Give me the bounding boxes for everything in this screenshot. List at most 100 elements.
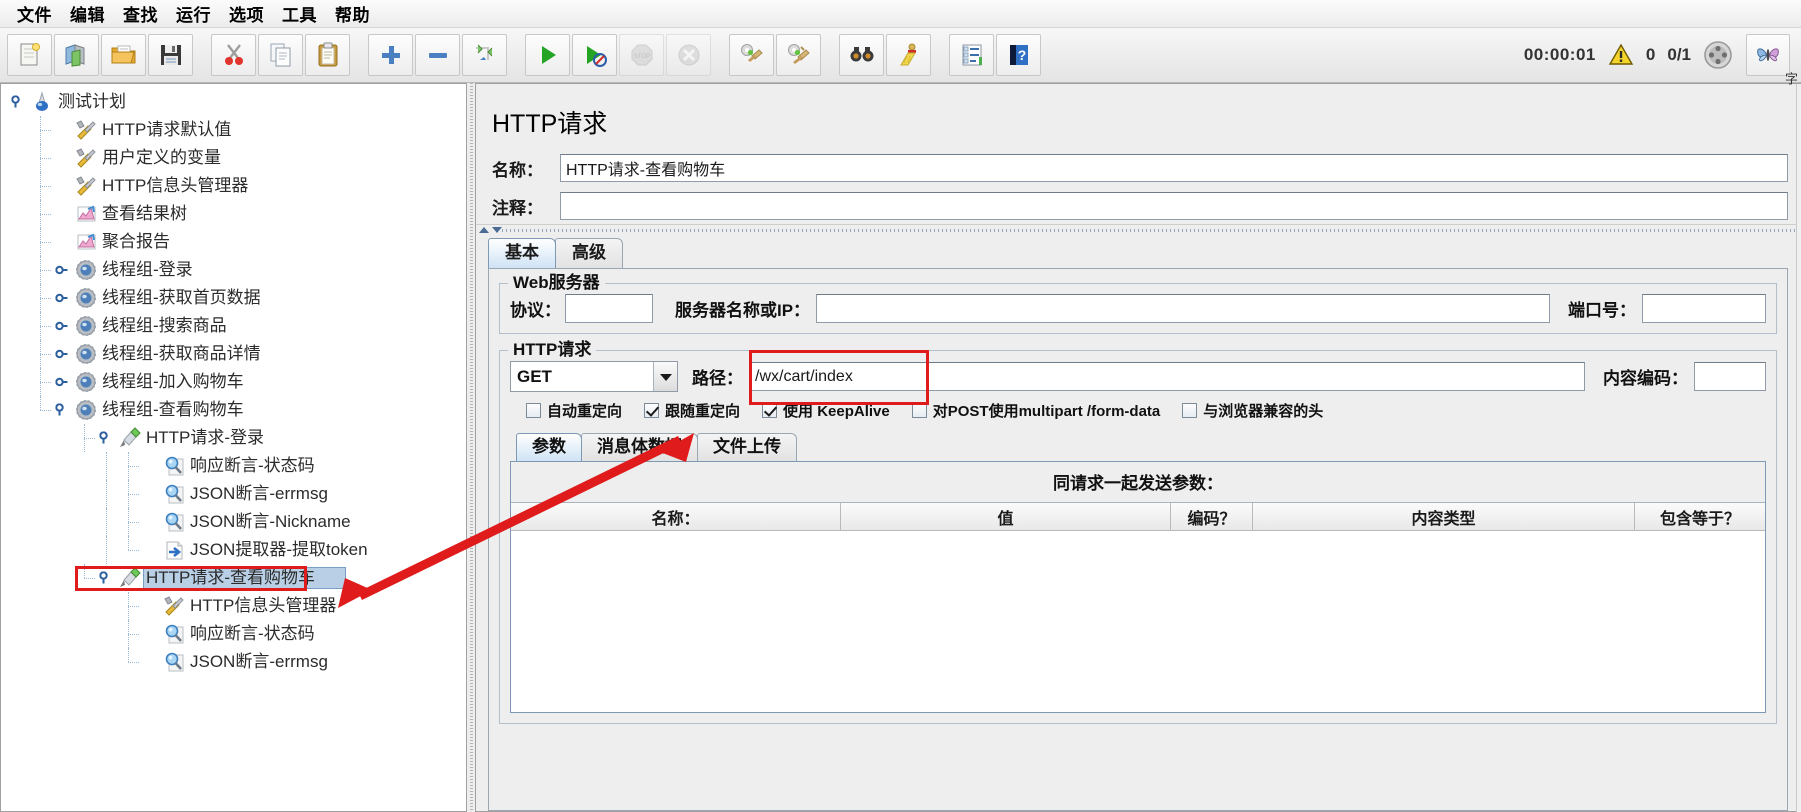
cut-button[interactable] [211,34,256,76]
start-no-pauses-button[interactable] [572,34,617,76]
tree-node[interactable]: 响应断言-状态码 [1,620,466,648]
tree-toggle-handle[interactable] [51,396,73,424]
paste-button[interactable] [305,34,350,76]
tree-toggle-handle[interactable] [51,256,73,284]
checkbox-multipart-form-data[interactable]: 对POST使用multipart /form-data [911,400,1160,421]
tree-node[interactable]: HTTP信息头管理器 [1,172,466,200]
menu-run[interactable]: 运行 [167,0,220,28]
tree-node[interactable]: 线程组-查看购物车 [1,396,466,424]
checkbox-follow-redirect[interactable]: 跟随重定向 [644,400,740,421]
tree-node[interactable]: JSON断言-Nickname [1,508,466,536]
one-touch-expand-strip[interactable] [476,224,1800,235]
menu-help[interactable]: 帮助 [326,0,379,28]
checkbox-auto-redirect[interactable]: 自动重定向 [526,400,622,421]
comment-input[interactable] [560,192,1788,220]
expand-down-arrow[interactable] [492,227,502,233]
checkbox-use-keepalive[interactable]: 使用 KeepAlive [762,400,890,421]
shutdown-button[interactable] [666,34,711,76]
tab-basic[interactable]: 基本 [488,238,556,268]
content-encoding-input[interactable] [1694,362,1766,391]
start-button[interactable] [525,34,570,76]
search-button[interactable] [839,34,884,76]
tree-node[interactable]: JSON断言-errmsg [1,480,466,508]
toggle-button[interactable] [462,34,507,76]
collapse-up-arrow[interactable] [479,227,489,233]
butterfly-button[interactable] [1746,34,1790,76]
port-input[interactable] [1642,294,1766,323]
right-edge-scrollbar[interactable] [1796,84,1801,812]
tree-node[interactable]: 线程组-搜索商品 [1,312,466,340]
tree-toggle-handle[interactable] [7,88,29,116]
help-button[interactable]: ? [996,34,1041,76]
tree-node[interactable]: 用户定义的变量 [1,144,466,172]
tree-node[interactable]: 线程组-获取首页数据 [1,284,466,312]
checkbox-box[interactable] [1182,403,1198,418]
clear-button[interactable] [729,34,774,76]
tree-node[interactable]: JSON断言-errmsg [1,648,466,676]
menu-options[interactable]: 选项 [220,0,273,28]
tree-toggle-handle[interactable] [95,424,117,452]
checkbox-box[interactable] [911,403,927,418]
tree-toggle-handle[interactable] [51,284,73,312]
tree-node[interactable]: HTTP请求默认值 [1,116,466,144]
tab-parameters[interactable]: 参数 [516,433,582,461]
name-input[interactable] [560,154,1788,182]
menu-tools[interactable]: 工具 [273,0,326,28]
tree-node[interactable]: 线程组-获取商品详情 [1,340,466,368]
function-helper-button[interactable] [949,34,994,76]
tree-toggle-handle[interactable] [95,564,117,592]
menu-search[interactable]: 查找 [114,0,167,28]
tree-node[interactable]: 测试计划 [1,88,466,116]
menu-edit[interactable]: 编辑 [61,0,114,28]
tree-node[interactable]: JSON提取器-提取token [1,536,466,564]
tree-scroll-area[interactable]: 测试计划 HTTP请求默认值 用户定义的变量 HTTP信息头管理器 查看结果树 聚合报告线… [1,84,466,811]
parameters-table-body[interactable] [511,531,1765,712]
method-combobox[interactable]: GET [510,361,678,392]
tree-node[interactable]: 响应断言-状态码 [1,452,466,480]
split-divider[interactable] [466,83,476,812]
column-header-content-type[interactable]: 内容类型 [1253,503,1635,531]
main-split: 测试计划 HTTP请求默认值 用户定义的变量 HTTP信息头管理器 查看结果树 聚合报告线… [0,72,1801,812]
protocol-input[interactable] [565,294,653,323]
tree-node-selected[interactable]: HTTP请求-查看购物车 [1,564,466,592]
open-button[interactable] [101,34,146,76]
tab-files-upload[interactable]: 文件上传 [697,433,797,461]
collapse-all-button[interactable] [415,34,460,76]
tree-node[interactable]: 查看结果树 [1,200,466,228]
test-plan-tree[interactable]: 测试计划 HTTP请求默认值 用户定义的变量 HTTP信息头管理器 查看结果树 聚合报告线… [0,83,466,812]
stop-button[interactable]: STOP [619,34,664,76]
tree-node-label: 线程组-获取商品详情 [102,344,261,363]
tree-node[interactable]: HTTP信息头管理器 [1,592,466,620]
tree-toggle-handle[interactable] [51,340,73,368]
clear-all-button[interactable] [776,34,821,76]
column-header-encode[interactable]: 编码？ [1171,503,1253,531]
column-header-value[interactable]: 值 [841,503,1171,531]
new-file-button[interactable] [7,34,52,76]
tree-node[interactable]: 聚合报告 [1,228,466,256]
tree-toggle-handle[interactable] [51,312,73,340]
tab-body-data[interactable]: 消息体数据 [581,433,698,461]
checkbox-box[interactable] [762,403,778,418]
menu-file[interactable]: 文件 [8,0,61,28]
templates-button[interactable] [54,34,99,76]
save-button[interactable] [148,34,193,76]
parameters-table-panel: 同请求一起发送参数： 名称： 值 编码？ 内容类型 包含等于？ [510,461,1766,713]
column-header-include-equals[interactable]: 包含等于？ [1635,503,1765,531]
warning-triangle-icon[interactable] [1608,43,1634,67]
checkbox-box[interactable] [644,403,660,418]
path-input[interactable] [749,362,1585,391]
reset-search-button[interactable] [886,34,931,76]
server-name-input[interactable] [816,294,1550,323]
checkbox-box[interactable] [526,403,541,418]
chevron-down-icon[interactable] [653,362,677,391]
expand-all-button[interactable] [368,34,413,76]
method-value: GET [517,366,552,386]
tab-advanced[interactable]: 高级 [555,238,623,268]
tree-node[interactable]: 线程组-登录 [1,256,466,284]
tree-toggle-handle[interactable] [51,368,73,396]
column-header-name[interactable]: 名称： [511,503,841,531]
tree-node[interactable]: HTTP请求-登录 [1,424,466,452]
tree-node[interactable]: 线程组-加入购物车 [1,368,466,396]
copy-button[interactable] [258,34,303,76]
checkbox-browser-compatible-headers[interactable]: 与浏览器兼容的头 [1182,400,1323,421]
